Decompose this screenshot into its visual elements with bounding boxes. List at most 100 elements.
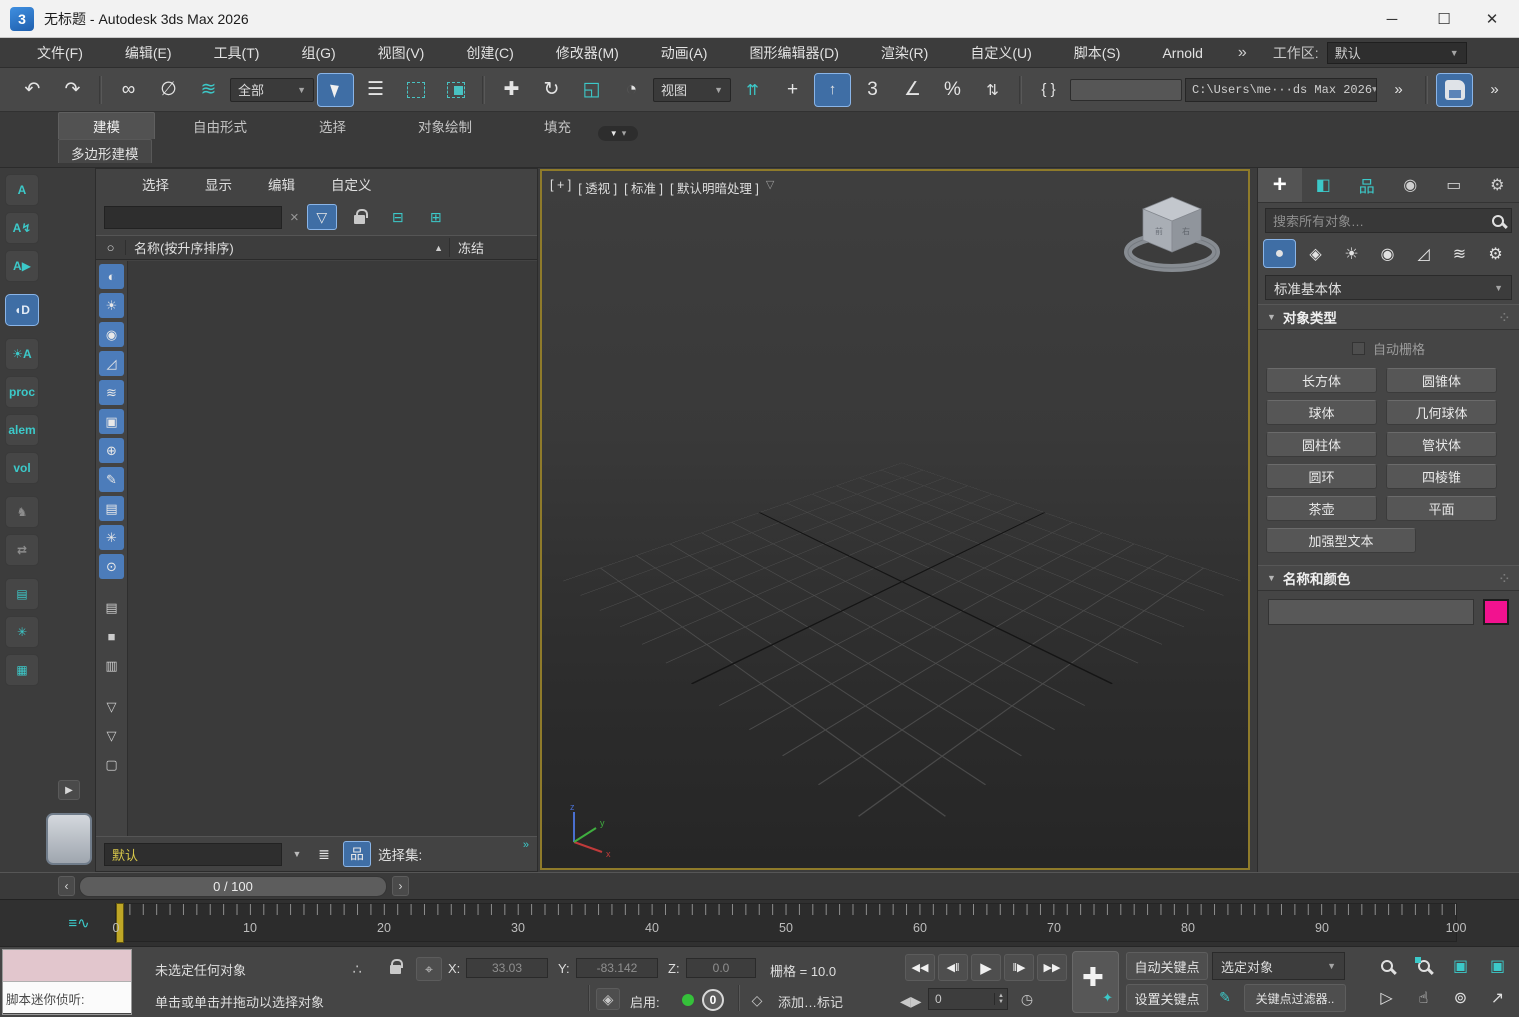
object-name-input[interactable] [1268,599,1474,625]
color-column-icon[interactable]: ○ [96,240,126,255]
groups-filter-icon[interactable]: ▣ [99,409,124,434]
detail-view-icon[interactable]: ▥ [99,653,124,678]
pan-hand-icon[interactable]: ☝ [1405,982,1442,1014]
bones-filter-icon[interactable]: ✎ [99,467,124,492]
object-type-button-1[interactable]: 圆锥体 [1386,368,1497,393]
viewport-menu-standard[interactable]: [ 标准 ] [624,178,663,197]
maxscript-mini-listener[interactable]: 脚本迷你侦听: [2,949,132,1015]
explorer-menu-0[interactable]: 选择 [124,174,187,194]
object-type-button-0[interactable]: 长方体 [1266,368,1377,393]
containers-filter-icon[interactable]: ▤ [99,496,124,521]
field-of-view-icon[interactable]: ▷ [1368,982,1405,1014]
category-cameras-icon[interactable]: ◉ [1371,239,1404,268]
z-coordinate-field[interactable]: 0.0 [686,958,756,978]
select-link-icon[interactable]: ∞ [110,73,147,107]
paw-tracks-icon[interactable]: ∴ [344,957,370,981]
arnold-flush-cache-icon[interactable]: A↯ [5,212,39,244]
next-frame-icon[interactable]: › [392,876,409,896]
wolf-head-icon[interactable]: ◖D [5,294,39,326]
viewport-menu-general[interactable]: [ + ] [550,178,571,197]
zoom-icon[interactable] [1368,950,1405,982]
menu-item-5[interactable]: 创建(C) [445,38,534,68]
menu-item-3[interactable]: 组(G) [280,38,356,68]
select-and-place-icon[interactable]: ◔ [613,73,650,107]
list-view-icon[interactable]: ▤ [99,595,124,620]
explorer-menu-1[interactable]: 显示 [187,174,250,194]
mini-curve-editor-icon[interactable]: ≡∿ [58,907,100,939]
funnel-settings-icon[interactable]: ▽ [99,723,124,748]
menu-item-7[interactable]: 动画(A) [640,38,729,68]
volume-create-icon[interactable]: vol [5,452,39,484]
close-button[interactable]: ✕ [1469,0,1515,38]
category-shapes-icon[interactable]: ◈ [1299,239,1332,268]
spinner-snap-icon[interactable]: ⇅ [974,73,1011,107]
auto-key-button[interactable]: 自动关键点 [1126,952,1208,980]
object-type-button-4[interactable]: 圆柱体 [1266,432,1377,457]
named-selection-sets-icon[interactable]: { } [1030,73,1067,107]
operators-window-icon[interactable]: ▦ [5,654,39,686]
explorer-overflow-chevron[interactable]: » [523,839,529,851]
select-and-move-icon[interactable]: ✚ [493,73,530,107]
use-pivot-center-icon[interactable]: ⇈ [734,73,771,107]
scene-object-list[interactable] [127,261,537,836]
selection-lock-icon[interactable] [382,955,408,979]
named-selection-set-input[interactable] [1070,79,1182,101]
percent-snap-icon[interactable]: % [934,73,971,107]
explorer-menu-3[interactable]: 自定义 [313,174,390,194]
object-type-button-8[interactable]: 茶壶 [1266,496,1377,521]
converter-icon[interactable]: ⇄ [5,534,39,566]
select-manipulate-icon[interactable]: + [774,73,811,107]
menu-item-6[interactable]: 修改器(M) [535,38,640,68]
viewcube[interactable]: 前 右 [1120,189,1224,283]
hierarchy-view-icon[interactable]: 品 [343,841,371,867]
project-folder-dropdown[interactable]: C:\Users\me···ds Max 2026 ▼ [1185,78,1377,102]
cameras-filter-icon[interactable]: ◉ [99,322,124,347]
maximize-viewport-icon[interactable]: ↗ [1479,982,1516,1014]
lights-filter-icon[interactable]: ☀ [99,293,124,318]
ribbon-tab-1[interactable]: 自由形式 [159,113,281,139]
category-geometry-icon[interactable]: ● [1263,239,1296,268]
y-coordinate-field[interactable]: -83.142 [576,958,658,978]
object-type-button-5[interactable]: 管状体 [1386,432,1497,457]
category-lights-icon[interactable]: ☀ [1335,239,1368,268]
basket-icon[interactable]: ▢ [99,752,124,777]
tab-motion[interactable]: ◉ [1389,168,1433,202]
viewport-menu-pov[interactable]: [ 透视 ] [578,178,617,197]
subcategory-dropdown[interactable]: 标准基本体 ▼ [1265,275,1512,300]
next-key-icon[interactable]: ‖▶ [1004,954,1034,981]
visibility-eye-icon[interactable]: ⊙ [99,554,124,579]
toolbar-overflow-chevron[interactable]: » [1380,73,1417,107]
category-systems-icon[interactable]: ⚙ [1479,239,1512,268]
category-helpers-icon[interactable]: ◿ [1407,239,1440,268]
blank-square-icon[interactable]: ■ [99,624,124,649]
helpers-filter-icon[interactable]: ◿ [99,351,124,376]
ribbon-subtab-polygon-modeling[interactable]: 多边形建模 [58,139,152,163]
select-and-scale-icon[interactable]: ◱ [573,73,610,107]
shield-icon[interactable]: ◈ [596,988,620,1010]
alembic-create-icon[interactable]: alem [5,414,39,446]
folders-icon[interactable]: ▤ [5,578,39,610]
minimize-button[interactable]: ─ [1369,0,1415,38]
layers-icon[interactable]: ≣ [312,841,336,867]
coordinate-gizmo-icon[interactable]: ⌖ [416,957,442,981]
snaps-3d-icon[interactable]: 3 [854,73,891,107]
key-filters-button[interactable]: 关键点过滤器.. [1244,984,1346,1012]
counter-badge[interactable]: 0 [702,989,724,1011]
rectangular-selection-icon[interactable] [397,73,434,107]
biped-filter-icon[interactable]: ✳ [99,525,124,550]
menu-overflow-chevron[interactable]: » [1224,44,1261,62]
go-to-end-icon[interactable]: ▶▶ [1037,954,1067,981]
expand-arrow-icon[interactable]: ▶ [58,780,80,800]
previous-frame-icon[interactable]: ‹ [58,876,75,896]
object-type-button-3[interactable]: 几何球体 [1386,400,1497,425]
layer-dropdown-caret[interactable]: ▼ [289,843,305,866]
orbit-icon[interactable]: ⊚ [1442,982,1479,1014]
undo-icon[interactable]: ↶ [14,73,51,107]
geometry-filter-icon[interactable]: ◐ [99,264,124,289]
autogrid-checkbox[interactable] [1352,342,1365,355]
ribbon-tab-0[interactable]: 建模 [58,112,155,139]
maximize-button[interactable]: ☐ [1421,0,1467,38]
tab-modify[interactable]: ◧ [1302,168,1346,202]
zoom-extents-all-icon[interactable]: ▣ [1479,950,1516,982]
object-type-button-2[interactable]: 球体 [1266,400,1377,425]
